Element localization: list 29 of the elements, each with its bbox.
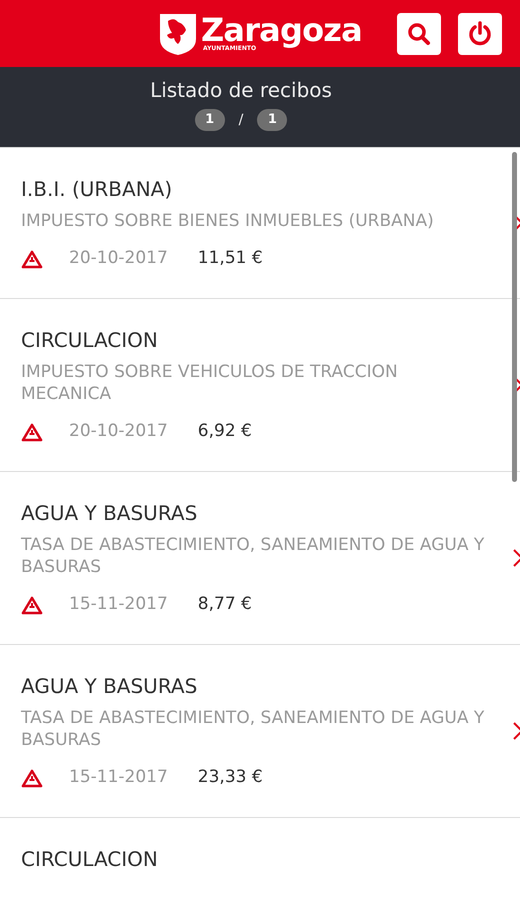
search-button[interactable]: [397, 12, 441, 54]
receipt-title: CIRCULACION: [21, 327, 159, 353]
page-badge: 1: [194, 109, 225, 131]
receipt-amount: 23,33 €: [198, 766, 263, 790]
receipt-amount: 11,51 €: [198, 247, 263, 270]
receipt-title: CIRCULACION: [21, 846, 159, 872]
receipt-title: I.B.I. (URBANA): [21, 176, 174, 202]
page-separator: /: [238, 110, 244, 130]
receipt-date: 20-10-2017: [69, 247, 168, 270]
receipt-description: IMPUESTO SOBRE BIENES INMUEBLES (URBANA): [21, 210, 435, 232]
receipt-amount: 8,77 €: [198, 593, 252, 616]
receipt-date: 15-11-2017: [69, 593, 168, 616]
receipt-description: TASA DE ABASTECIMIENTO, SANEAMIENTO DE AGUA Y BASURAS: [21, 534, 486, 578]
receipt-date: 20-10-2017: [69, 420, 168, 444]
receipt-description: IMPUESTO SOBRE VEHICULOS DE TRACCION MECANICA: [21, 361, 399, 405]
power-button[interactable]: [458, 12, 502, 54]
receipt-item[interactable]: AGUA Y BASURAS TASA DE ABASTECIMIENTO, SANEAMIENTO DE AGUA Y BASURAS 15-11-2017 8,77 €: [0, 471, 520, 644]
search-icon: [407, 22, 431, 46]
total-pages-badge: 1: [257, 109, 288, 131]
receipt-amount: 6,92 €: [198, 420, 252, 444]
scrollbar[interactable]: [512, 152, 517, 482]
receipt-item[interactable]: CIRCULACION: [0, 817, 520, 898]
receipt-description: TASA DE ABASTECIMIENTO, SANEAMIENTO DE AGUA Y BASURAS: [21, 707, 486, 751]
receipt-item[interactable]: AGUA Y BASURAS TASA DE ABASTECIMIENTO, SANEAMIENTO DE AGUA Y BASURAS 15-11-2017 23,33 €: [0, 644, 520, 817]
receipt-title: AGUA Y BASURAS: [21, 500, 198, 526]
power-icon: [468, 20, 492, 46]
page-title: Listado de recibos: [150, 77, 332, 103]
receipt-date: 15-11-2017: [69, 766, 168, 790]
receipt-title: AGUA Y BASURAS: [21, 673, 198, 699]
